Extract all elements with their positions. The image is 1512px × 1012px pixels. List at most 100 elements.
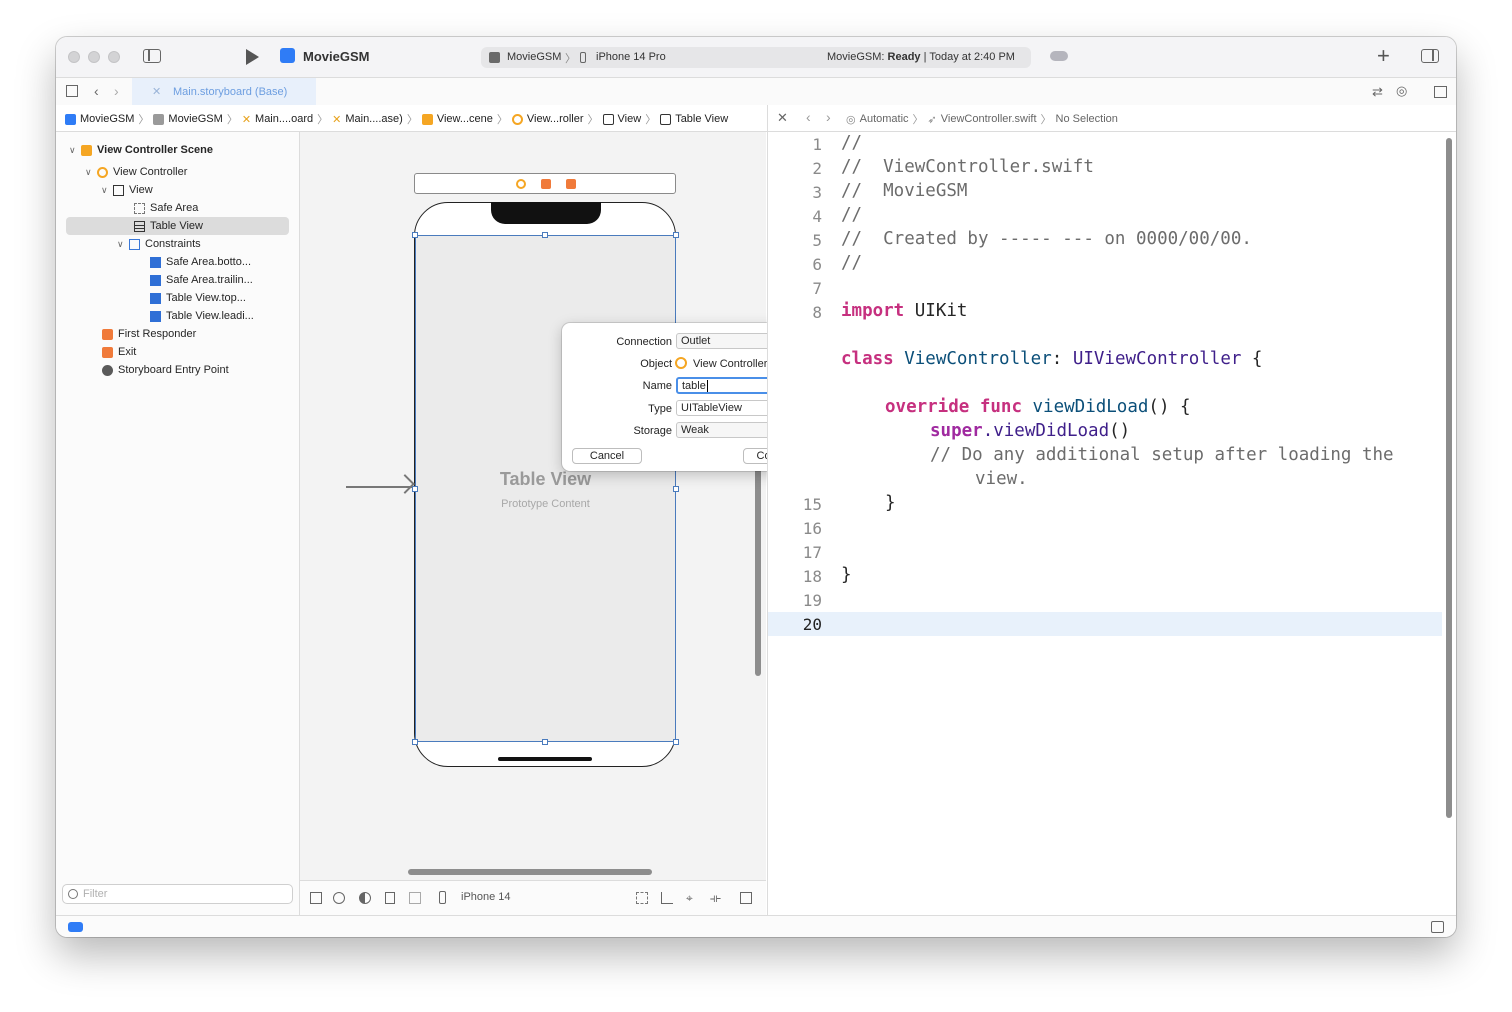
cancel-button[interactable]: Cancel [572, 448, 642, 464]
related-items-icon[interactable]: ◎ [1396, 83, 1407, 99]
code-line-comment-wrap: view. [975, 469, 1028, 489]
resize-handle[interactable] [673, 232, 679, 238]
filter-icon [68, 889, 78, 899]
filter-field[interactable]: Filter [62, 884, 293, 904]
add-icon[interactable]: + [1377, 43, 1390, 69]
resolve-issues-icon[interactable]: ⟛ [710, 891, 721, 906]
outline-row-table-view[interactable]: Table View [56, 217, 299, 235]
breadcrumb: MovieGSM 〉 MovieGSM 〉 ✕ Main....oard 〉 ✕… [65, 111, 728, 127]
accessibility-icon[interactable] [333, 892, 345, 904]
outline-row-constraint[interactable]: Safe Area.botto... [56, 253, 299, 271]
assistant-icon: ◎ [846, 113, 856, 126]
crumb-file[interactable]: ViewController.swift [941, 113, 1037, 125]
first-responder-icon[interactable] [541, 179, 551, 189]
forward-icon[interactable]: › [114, 83, 119, 99]
resize-handle[interactable] [542, 739, 548, 745]
scheme-target[interactable]: MovieGSM [507, 51, 561, 63]
grid-icon[interactable] [66, 85, 78, 97]
crumb-project[interactable]: MovieGSM [80, 113, 134, 125]
crumb-scene[interactable]: View...cene [437, 113, 493, 125]
crumb-automatic[interactable]: Automatic [860, 113, 909, 125]
crumb-table-view[interactable]: Table View [675, 113, 728, 125]
device-label[interactable]: iPhone 14 [461, 891, 511, 903]
outline-row-exit[interactable]: Exit [56, 343, 299, 361]
outline-row-entry-point[interactable]: Storyboard Entry Point [56, 361, 299, 379]
outline-label: Exit [118, 346, 137, 358]
crumb-storyboard-base[interactable]: Main....ase) [345, 113, 402, 125]
storyboard-canvas[interactable]: Table View Prototype Content [300, 132, 766, 895]
title-bar: MovieGSM MovieGSM 〉 iPhone 14 Pro MovieG… [56, 37, 1456, 78]
outline-row-constraint[interactable]: Table View.leadi... [56, 307, 299, 325]
chevron-down-icon[interactable]: ∨ [117, 239, 129, 250]
chevron-right-icon: 〉 [645, 114, 657, 126]
chevron-down-icon[interactable]: ∨ [101, 185, 113, 196]
tab-main-storyboard[interactable]: ✕ Main.storyboard (Base) [132, 78, 316, 105]
chevron-down-icon[interactable]: ∨ [69, 145, 81, 156]
line-number: 19 [802, 591, 822, 610]
outline-row-constraint[interactable]: Safe Area.trailin... [56, 271, 299, 289]
close-editor-icon[interactable]: ✕ [777, 110, 788, 126]
line-number-current: 20 [802, 615, 822, 634]
chevron-right-icon: 〉 [226, 114, 238, 126]
resize-handle[interactable] [412, 739, 418, 745]
iphone-icon [580, 52, 586, 63]
back-icon[interactable]: ‹ [806, 109, 811, 125]
crumb-view-controller[interactable]: View...roller [527, 113, 584, 125]
outline-row-safe-area[interactable]: Safe Area [56, 199, 299, 217]
zoom-fit-icon[interactable] [636, 892, 648, 904]
scheme-device[interactable]: iPhone 14 Pro [596, 51, 666, 63]
horizontal-scrollbar[interactable] [408, 869, 652, 875]
crumb-selection[interactable]: No Selection [1056, 113, 1118, 125]
safe-area-icon [134, 202, 145, 214]
crumb-storyboard[interactable]: Main....oard [255, 113, 313, 125]
line-number: 8 [812, 303, 822, 322]
chevron-right-icon: 〉 [587, 114, 599, 126]
size-class-icon[interactable] [409, 892, 421, 904]
resize-handle[interactable] [542, 232, 548, 238]
align-icon[interactable] [661, 892, 673, 904]
tab-label: Main.storyboard (Base) [173, 86, 288, 98]
code-line-import: import UIKit [841, 301, 968, 321]
inspector-toggle-icon[interactable] [1421, 49, 1439, 63]
crumb-folder[interactable]: MovieGSM [168, 113, 222, 125]
exit-icon[interactable] [566, 179, 576, 189]
chevron-right-icon: 〉 [1040, 114, 1052, 126]
outline-row-view[interactable]: ∨ View [56, 181, 299, 199]
scheme-app-icon [489, 52, 500, 63]
activity-status: MovieGSM: Ready | Today at 2:40 PM [827, 51, 1015, 63]
code-line: // Created by ----- --- on 0000/00/00. [841, 229, 1252, 249]
add-editor-icon[interactable] [1434, 86, 1447, 98]
status-bar [56, 915, 1456, 937]
outline-scene-row[interactable]: ∨ View Controller Scene [56, 141, 299, 159]
close-window-button[interactable] [68, 51, 80, 63]
orientation-icon[interactable] [385, 892, 395, 904]
appearance-icon[interactable] [359, 892, 371, 904]
outline-row-view-controller[interactable]: ∨ View Controller [56, 163, 299, 181]
vertical-scrollbar[interactable] [755, 452, 761, 676]
minimize-window-button[interactable] [88, 51, 100, 63]
resize-handle[interactable] [673, 739, 679, 745]
editor-scrollbar[interactable] [1446, 138, 1452, 818]
outline-row-first-responder[interactable]: First Responder [56, 325, 299, 343]
crumb-view[interactable]: View [618, 113, 642, 125]
pin-icon[interactable]: ⌖ [686, 891, 693, 906]
name-label: Name [642, 380, 672, 392]
outline-row-constraints[interactable]: ∨ Constraints [56, 235, 299, 253]
back-icon[interactable]: ‹ [94, 83, 99, 99]
run-icon[interactable] [246, 49, 259, 65]
debug-area-toggle-icon[interactable] [1431, 921, 1444, 933]
outline-row-constraint[interactable]: Table View.top... [56, 289, 299, 307]
chevron-right-icon: 〉 [138, 114, 150, 126]
chevron-down-icon[interactable]: ∨ [85, 167, 97, 178]
sidebar-toggle-icon[interactable] [143, 49, 161, 63]
swap-icon[interactable]: ⇄ [1372, 84, 1383, 100]
debug-area-indicator-icon[interactable] [68, 922, 83, 932]
resize-handle[interactable] [412, 232, 418, 238]
forward-icon[interactable]: › [826, 109, 831, 125]
zoom-window-button[interactable] [108, 51, 120, 63]
outline-toggle-icon[interactable] [310, 892, 322, 904]
storyboard-icon: ✕ [241, 113, 252, 126]
code-editor[interactable]: 1 2 3 4 5 6 7 8 15 16 17 18 19 20 // // … [767, 132, 1456, 915]
embed-icon[interactable] [740, 892, 752, 904]
view-controller-icon[interactable] [516, 179, 526, 189]
